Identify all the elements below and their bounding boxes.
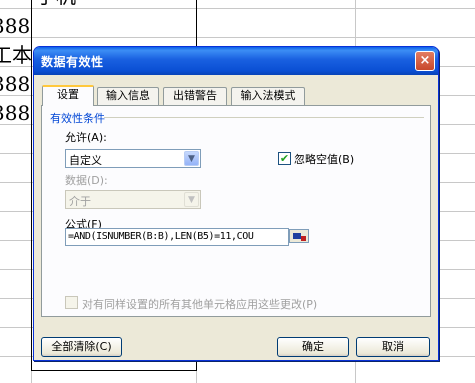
cell-text[interactable]: 工本 xyxy=(0,43,32,67)
data-select[interactable]: 介于 ▼ xyxy=(65,190,201,209)
tab-input-message[interactable]: 输入信息 xyxy=(97,87,159,105)
range-select-icon[interactable] xyxy=(289,229,309,243)
formula-input[interactable]: =AND(ISNUMBER(B:B),LEN(B5)=11,COU xyxy=(65,228,289,246)
settings-panel: 有效性条件 允许(A): 自定义 ▼ ✔ 忽略空值(B) 数据(D): 介于 ▼… xyxy=(41,105,431,317)
apply-all-label[interactable]: 对有同样设置的所有其他单元格应用这些更改(P) xyxy=(82,296,317,312)
formula-value: =AND(ISNUMBER(B:B),LEN(B5)=11,COU xyxy=(68,231,254,242)
allow-label: 允许(A): xyxy=(65,131,107,144)
data-label: 数据(D): xyxy=(65,174,108,187)
tab-ime-mode[interactable]: 输入法模式 xyxy=(231,87,305,105)
data-validation-dialog: 数据有效性 × 设置 输入信息 出错警告 输入法模式 有效性条件 允许(A): … xyxy=(33,46,439,361)
apply-all-checkbox[interactable] xyxy=(65,296,78,309)
group-title: 有效性条件 xyxy=(50,112,105,125)
chevron-down-icon[interactable]: ▼ xyxy=(184,151,199,166)
clear-all-button[interactable]: 全部清除(C) xyxy=(41,337,122,357)
tab-error-alert[interactable]: 出错警告 xyxy=(163,87,227,105)
tab-settings[interactable]: 设置 xyxy=(42,85,94,106)
cancel-button[interactable]: 取消 xyxy=(356,337,430,357)
ignore-blank-label[interactable]: 忽略空值(B) xyxy=(294,151,354,167)
cell-text[interactable]: 388 xyxy=(0,72,30,96)
data-value: 介于 xyxy=(69,195,91,208)
cell-text[interactable]: 388 xyxy=(0,101,30,125)
close-icon[interactable]: × xyxy=(415,51,435,71)
chevron-down-icon[interactable]: ▼ xyxy=(184,192,199,207)
dialog-titlebar[interactable]: 数据有效性 × xyxy=(34,47,438,75)
dialog-title: 数据有效性 xyxy=(41,55,104,69)
range-icon-part xyxy=(293,233,301,239)
ignore-blank-checkbox[interactable]: ✔ xyxy=(278,152,291,165)
group-divider xyxy=(104,117,424,118)
allow-select[interactable]: 自定义 ▼ xyxy=(65,149,201,168)
ok-button[interactable]: 确定 xyxy=(277,337,349,357)
allow-value: 自定义 xyxy=(69,154,102,167)
cell-text[interactable]: 388 xyxy=(0,14,30,38)
range-icon-part xyxy=(301,236,306,241)
